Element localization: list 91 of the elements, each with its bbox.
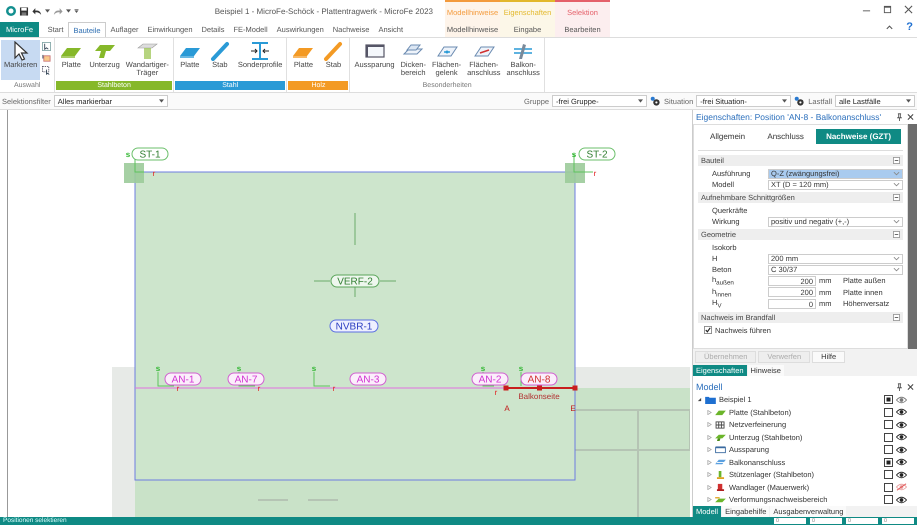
- eye-icon[interactable]: [896, 496, 907, 504]
- select-pointer-icon[interactable]: [42, 42, 52, 51]
- wall-icon: [135, 41, 160, 61]
- properties-tab[interactable]: Anschluss: [757, 129, 814, 144]
- drawing-annotation: s: [312, 364, 316, 373]
- balcony-connection-line[interactable]: [504, 386, 578, 390]
- drawing-annotation: r: [152, 169, 156, 178]
- checkbox[interactable]: [704, 326, 712, 334]
- deformation-area-icon: [715, 496, 726, 504]
- settings-icon[interactable]: [794, 96, 806, 106]
- eye-icon[interactable]: [896, 408, 907, 416]
- eye-icon[interactable]: [896, 458, 907, 466]
- caret-icon: [638, 99, 644, 103]
- drawing-annotation: r: [494, 388, 498, 397]
- eye-icon[interactable]: [896, 433, 907, 442]
- window-title: Beispiel 1 - MicroFe-Schöck - Plattentragwerk - MicroFe 2023: [214, 6, 434, 16]
- scrollbar[interactable]: [908, 124, 917, 348]
- expander-icon[interactable]: [697, 397, 702, 402]
- selected-position-label[interactable]: AN-8: [520, 372, 558, 386]
- checkbox[interactable]: [884, 445, 893, 454]
- crossed-eye-icon[interactable]: [896, 483, 907, 492]
- opening-icon: [715, 446, 726, 454]
- position-label[interactable]: AN-1: [164, 372, 202, 386]
- drawing-annotation: r: [332, 384, 336, 393]
- checkbox[interactable]: [884, 420, 893, 430]
- maximize-icon[interactable]: [883, 4, 892, 14]
- properties-tab[interactable]: Nachweise (GZT): [816, 129, 901, 144]
- caret-icon: [782, 99, 788, 103]
- drawing-annotation: s: [236, 364, 242, 373]
- drawing-annotation: s: [156, 364, 160, 373]
- help-button[interactable]: ?: [906, 21, 913, 33]
- checkbox[interactable]: [884, 495, 893, 504]
- chevron-down-icon: [893, 219, 900, 224]
- drawing-annotation: E: [570, 404, 576, 413]
- select-frame-icon[interactable]: [42, 66, 52, 75]
- position-label[interactable]: VERF-2: [330, 274, 380, 288]
- checkbox[interactable]: [884, 432, 893, 442]
- pin-icon[interactable]: [896, 113, 903, 121]
- customize-caret-icon[interactable]: [74, 9, 79, 13]
- save-icon[interactable]: [19, 6, 29, 16]
- caret-icon[interactable]: [45, 9, 50, 13]
- caret-icon: [906, 99, 911, 103]
- drawing-annotation: s: [480, 364, 486, 373]
- eye-icon[interactable]: [896, 420, 907, 429]
- app-logo-icon: [6, 6, 16, 16]
- slab-icon: [715, 408, 726, 416]
- mesh-icon: [715, 420, 726, 429]
- collapse-ribbon-icon[interactable]: [885, 22, 894, 32]
- close-icon[interactable]: [907, 113, 914, 121]
- drawing-annotation: s: [518, 364, 524, 373]
- drawing-annotation: Balkonseite: [518, 392, 560, 401]
- drawing-annotation: r: [258, 384, 260, 393]
- collapse-icon[interactable]: [893, 194, 900, 201]
- collapse-icon[interactable]: [893, 231, 900, 238]
- checkbox[interactable]: [884, 470, 893, 480]
- balcony-connection-icon: [715, 458, 726, 466]
- close-icon[interactable]: [904, 4, 913, 14]
- drawing-annotation: r: [176, 384, 180, 393]
- beam-icon: [715, 433, 726, 442]
- close-icon[interactable]: [907, 382, 914, 390]
- eye-icon[interactable]: [896, 446, 907, 454]
- folder-icon: [705, 396, 716, 404]
- drawing-annotation: r: [594, 169, 596, 178]
- settings-icon[interactable]: [650, 96, 662, 106]
- undo-icon[interactable]: [32, 6, 42, 16]
- checkbox[interactable]: [884, 458, 893, 467]
- drawing-annotation: A: [504, 404, 510, 413]
- pin-icon[interactable]: [896, 382, 903, 390]
- select-area-icon[interactable]: [42, 54, 52, 63]
- position-label[interactable]: AN-3: [350, 372, 386, 386]
- checkbox[interactable]: [884, 408, 893, 417]
- panel-title: Eigenschaften: Position 'AN-8 - Balkonanschluss': [696, 112, 882, 122]
- position-label[interactable]: AN-2: [472, 372, 508, 386]
- collapse-icon[interactable]: [893, 314, 900, 320]
- position-label[interactable]: NVBR-1: [330, 320, 378, 332]
- position-label[interactable]: ST-1: [132, 148, 168, 160]
- panel-title: Modell: [696, 382, 724, 392]
- wall-support-icon: [715, 483, 726, 492]
- caret-icon: [158, 99, 164, 103]
- drawing-annotation: s: [126, 150, 130, 159]
- caret-icon[interactable]: [66, 9, 71, 13]
- position-label[interactable]: AN-7: [228, 372, 264, 386]
- drawing-annotation: s: [572, 150, 576, 159]
- position-label[interactable]: ST-2: [578, 148, 616, 160]
- checkbox[interactable]: [884, 395, 893, 404]
- eye-icon[interactable]: [896, 470, 907, 479]
- collapse-icon[interactable]: [893, 157, 900, 164]
- drawing-canvas[interactable]: ST-1 ST-2 VERF-2 NVBR-1 AN-1 AN-7 AN-3 AN-2 AN-8 s r s r s r s r s r s r s Balkonseite A E: [8, 110, 690, 517]
- properties-tab[interactable]: Allgemein: [700, 129, 756, 144]
- column-support-icon: [715, 470, 726, 479]
- checkbox[interactable]: [884, 482, 893, 492]
